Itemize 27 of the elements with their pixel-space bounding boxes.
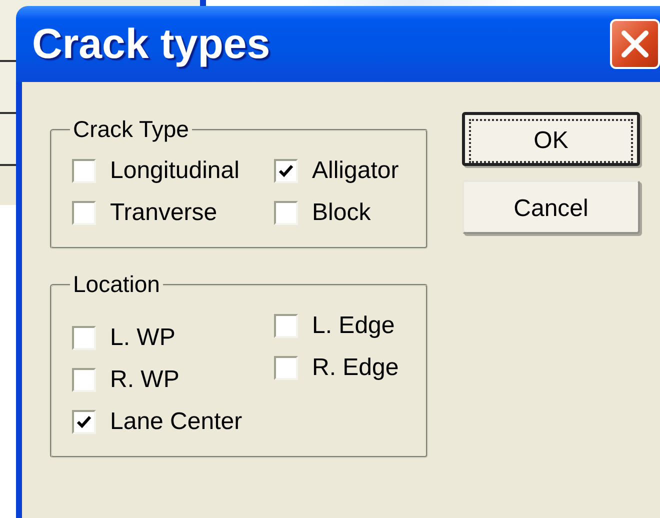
checkbox[interactable] — [274, 201, 298, 225]
checkbox-label: L. Edge — [312, 312, 395, 340]
checkbox-label: Alligator — [312, 157, 399, 185]
checkbox[interactable] — [72, 201, 96, 225]
checkmark-icon — [278, 164, 294, 178]
group-title: Location — [72, 271, 161, 298]
checkbox[interactable] — [72, 326, 96, 350]
checkbox-label: Tranverse — [110, 199, 218, 227]
checkmark-icon — [76, 415, 92, 429]
checkbox[interactable] — [72, 159, 96, 183]
window-title: Crack types — [32, 20, 270, 68]
checkbox-label: Lane Center — [110, 408, 242, 436]
close-button[interactable] — [610, 19, 660, 69]
checkbox[interactable] — [72, 410, 96, 434]
group-title: Crack Type — [72, 116, 190, 143]
checkbox[interactable] — [72, 368, 96, 392]
close-icon — [620, 29, 650, 59]
dialog-button[interactable]: OK — [462, 112, 640, 166]
checkbox-label: R. Edge — [312, 354, 399, 382]
checkbox-label: Block — [312, 199, 371, 227]
dialog-button[interactable]: Cancel — [462, 180, 640, 234]
checkbox[interactable] — [274, 356, 298, 380]
checkbox[interactable] — [274, 159, 298, 183]
checkbox-label: L. WP — [110, 324, 176, 352]
checkbox[interactable] — [274, 314, 298, 338]
checkbox-label: Longitudinal — [110, 157, 240, 185]
checkbox-label: R. WP — [110, 366, 180, 394]
